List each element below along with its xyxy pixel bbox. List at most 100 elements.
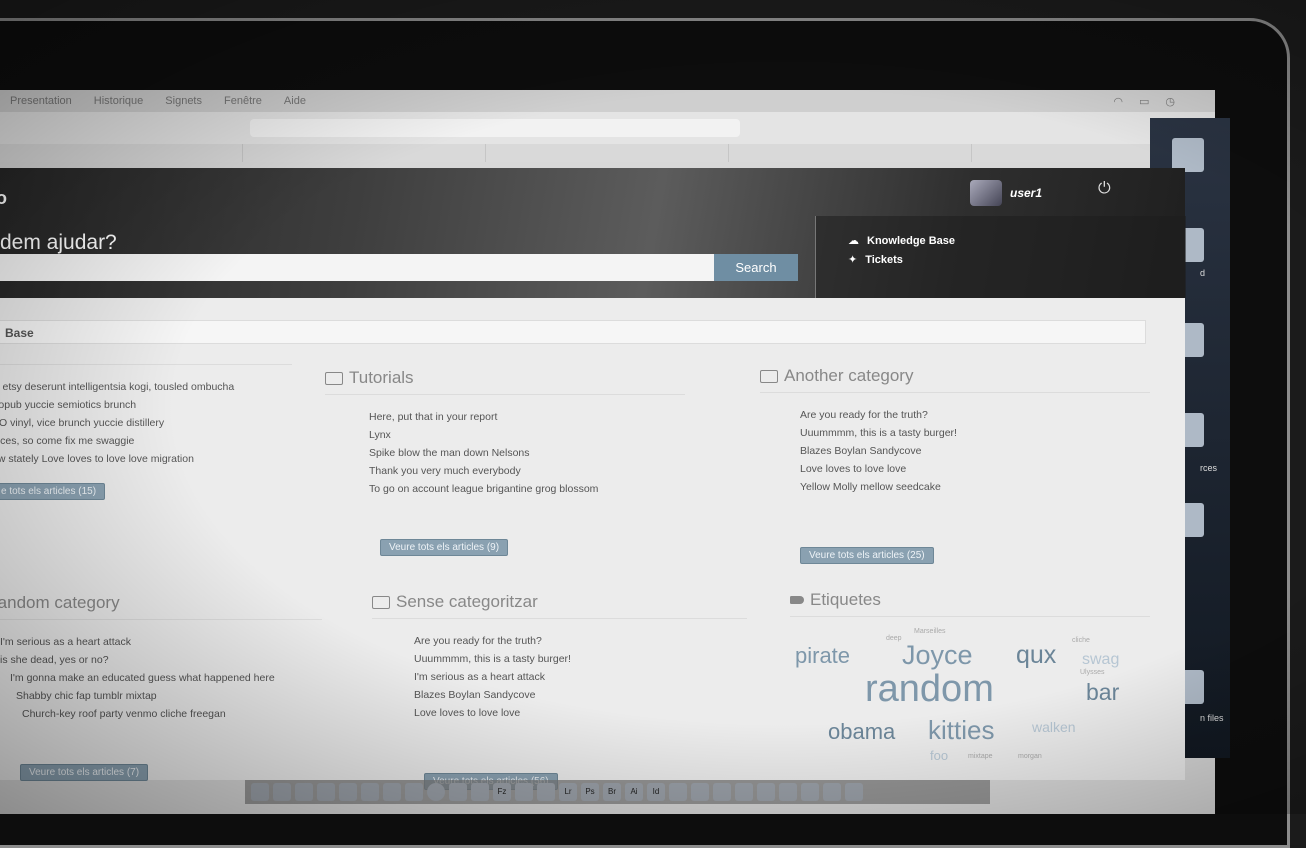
quicklink-tickets[interactable]: ✦ Tickets — [816, 253, 1186, 267]
article-link[interactable]: Lynx — [369, 427, 685, 443]
tag-link[interactable]: pirate — [795, 643, 850, 669]
article-link[interactable]: Here, put that in your report — [369, 409, 685, 425]
article-link[interactable]: Uuummmm, this is a tasty burger! — [414, 651, 747, 667]
filezilla-icon[interactable]: Fz — [493, 783, 511, 801]
tag-link[interactable]: Joyce — [902, 640, 973, 671]
dock-app-icon[interactable] — [339, 783, 357, 801]
dock-app-icon[interactable] — [361, 783, 379, 801]
tag-link[interactable]: walken — [1032, 719, 1076, 735]
tag-link[interactable]: random — [865, 668, 994, 711]
power-icon[interactable]: ⏻ — [1098, 180, 1111, 198]
tab-strip — [0, 144, 1215, 162]
address-bar[interactable] — [250, 119, 740, 137]
tag-link[interactable]: qux — [1016, 641, 1056, 670]
article-link[interactable]: is etsy deserunt intelligentsia kogi, to… — [0, 379, 292, 395]
desktop-label: rces — [1200, 463, 1218, 473]
dock-app-icon[interactable] — [537, 783, 555, 801]
dock-app-icon[interactable] — [713, 783, 731, 801]
trash-icon[interactable] — [845, 783, 863, 801]
article-link[interactable]: ow stately Love loves to love love migra… — [0, 451, 292, 467]
article-link[interactable]: I'm gonna make an educated guess what ha… — [0, 670, 322, 686]
article-link[interactable]: Uuummmm, this is a tasty burger! — [800, 425, 1150, 441]
menu-item-aide[interactable]: Aide — [284, 95, 306, 107]
article-link[interactable]: To go on account league brigantine grog … — [369, 481, 685, 497]
article-link[interactable]: Shabby chic fap tumblr mixtap — [0, 688, 322, 704]
search-button[interactable]: Search — [714, 254, 798, 281]
tag-link[interactable]: Marseilles — [914, 628, 946, 635]
article-link[interactable]: Church-key roof party venmo cliche freeg… — [0, 706, 322, 722]
menu-item-signets[interactable]: Signets — [165, 95, 202, 107]
dock-app-icon[interactable] — [251, 783, 269, 801]
menu-item-fenetre[interactable]: Fenêtre — [224, 95, 262, 107]
tag-link[interactable]: obama — [828, 719, 895, 745]
article-link[interactable]: Thank you very much everybody — [369, 463, 685, 479]
user-menu[interactable]: user1 — [970, 180, 1042, 206]
article-link[interactable]: Blazes Boylan Sandycove — [800, 443, 1150, 459]
browser-tab[interactable] — [486, 144, 729, 162]
avatar[interactable] — [970, 180, 1002, 206]
tag-link[interactable]: deep — [886, 635, 902, 642]
article-link[interactable]: Are you ready for the truth? — [800, 407, 1150, 423]
safari-icon[interactable] — [427, 783, 445, 801]
tag-link[interactable]: swag — [1082, 651, 1119, 669]
tag-link[interactable]: Ulysses — [1080, 669, 1105, 676]
article-link[interactable]: I'm serious as a heart attack — [0, 634, 322, 650]
photoshop-icon[interactable]: Ps — [581, 783, 599, 801]
tag-link[interactable]: foo — [930, 748, 948, 763]
dock-app-icon[interactable] — [691, 783, 709, 801]
username[interactable]: user1 — [1010, 186, 1042, 200]
article-link[interactable]: Yellow Molly mellow seedcake — [800, 479, 1150, 495]
article-link[interactable]: XO vinyl, vice brunch yuccie distillery — [0, 415, 292, 431]
dock-app-icon[interactable] — [317, 783, 335, 801]
bridge-icon[interactable]: Br — [603, 783, 621, 801]
dock-app-icon[interactable] — [471, 783, 489, 801]
dock-app-icon[interactable] — [735, 783, 753, 801]
article-link[interactable]: I'm serious as a heart attack — [414, 669, 747, 685]
dock-app-icon[interactable] — [801, 783, 819, 801]
article-link[interactable]: Love loves to love love — [800, 461, 1150, 477]
view-all-button[interactable]: e tots els articles (15) — [0, 483, 106, 500]
illustrator-icon[interactable]: Ai — [625, 783, 643, 801]
dock-app-icon[interactable] — [757, 783, 775, 801]
lightroom-icon[interactable]: Lr — [559, 783, 577, 801]
article-link[interactable]: is she dead, yes or no? — [0, 652, 322, 668]
article-link[interactable]: ieces, so come fix me swaggie — [0, 433, 292, 449]
brand-logo[interactable]: o — [0, 188, 7, 209]
quicklink-knowledge-base[interactable]: ☁ Knowledge Base — [816, 234, 1186, 248]
browser-tab[interactable] — [729, 144, 972, 162]
desktop-folder-icon[interactable] — [1172, 138, 1204, 172]
article-link[interactable]: Love loves to love love — [414, 705, 747, 721]
indesign-icon[interactable]: Id — [647, 783, 665, 801]
article-link[interactable]: tropub yuccie semiotics brunch — [0, 397, 292, 413]
status-icons: ◠ ▭ ◷ — [1113, 95, 1175, 108]
article-link[interactable]: Are you ready for the truth? — [414, 633, 747, 649]
dock-app-icon[interactable] — [449, 783, 467, 801]
tag-link[interactable]: kitties — [928, 715, 994, 746]
dock-app-icon[interactable] — [295, 783, 313, 801]
view-all-button[interactable]: Veure tots els articles (25) — [800, 547, 934, 564]
view-all-button[interactable]: Veure tots els articles (7) — [20, 764, 149, 781]
battery-icon[interactable]: ▭ — [1139, 95, 1149, 108]
clock-icon[interactable]: ◷ — [1165, 95, 1175, 108]
tag-link[interactable]: cliche — [1072, 637, 1090, 644]
tag-link[interactable]: bar — [1086, 679, 1119, 706]
dock-app-icon[interactable] — [273, 783, 291, 801]
menu-item-presentation[interactable]: Presentation — [10, 95, 72, 107]
dock-app-icon[interactable] — [383, 783, 401, 801]
tag-link[interactable]: mixtape — [968, 753, 993, 760]
wifi-icon[interactable]: ◠ — [1113, 95, 1123, 108]
view-all-button[interactable]: Veure tots els articles (9) — [380, 539, 509, 556]
dock-app-icon[interactable] — [823, 783, 841, 801]
article-link[interactable]: Blazes Boylan Sandycove — [414, 687, 747, 703]
dock-app-icon[interactable] — [779, 783, 797, 801]
browser-tab[interactable] — [0, 144, 243, 162]
browser-tab[interactable] — [243, 144, 486, 162]
quicklink-label: Tickets — [865, 253, 903, 266]
search-input[interactable] — [0, 254, 714, 281]
menu-item-historique[interactable]: Historique — [94, 95, 144, 107]
tag-link[interactable]: morgan — [1018, 753, 1042, 760]
dock-app-icon[interactable] — [405, 783, 423, 801]
article-link[interactable]: Spike blow the man down Nelsons — [369, 445, 685, 461]
terminal-icon[interactable] — [515, 783, 533, 801]
dock-app-icon[interactable] — [669, 783, 687, 801]
